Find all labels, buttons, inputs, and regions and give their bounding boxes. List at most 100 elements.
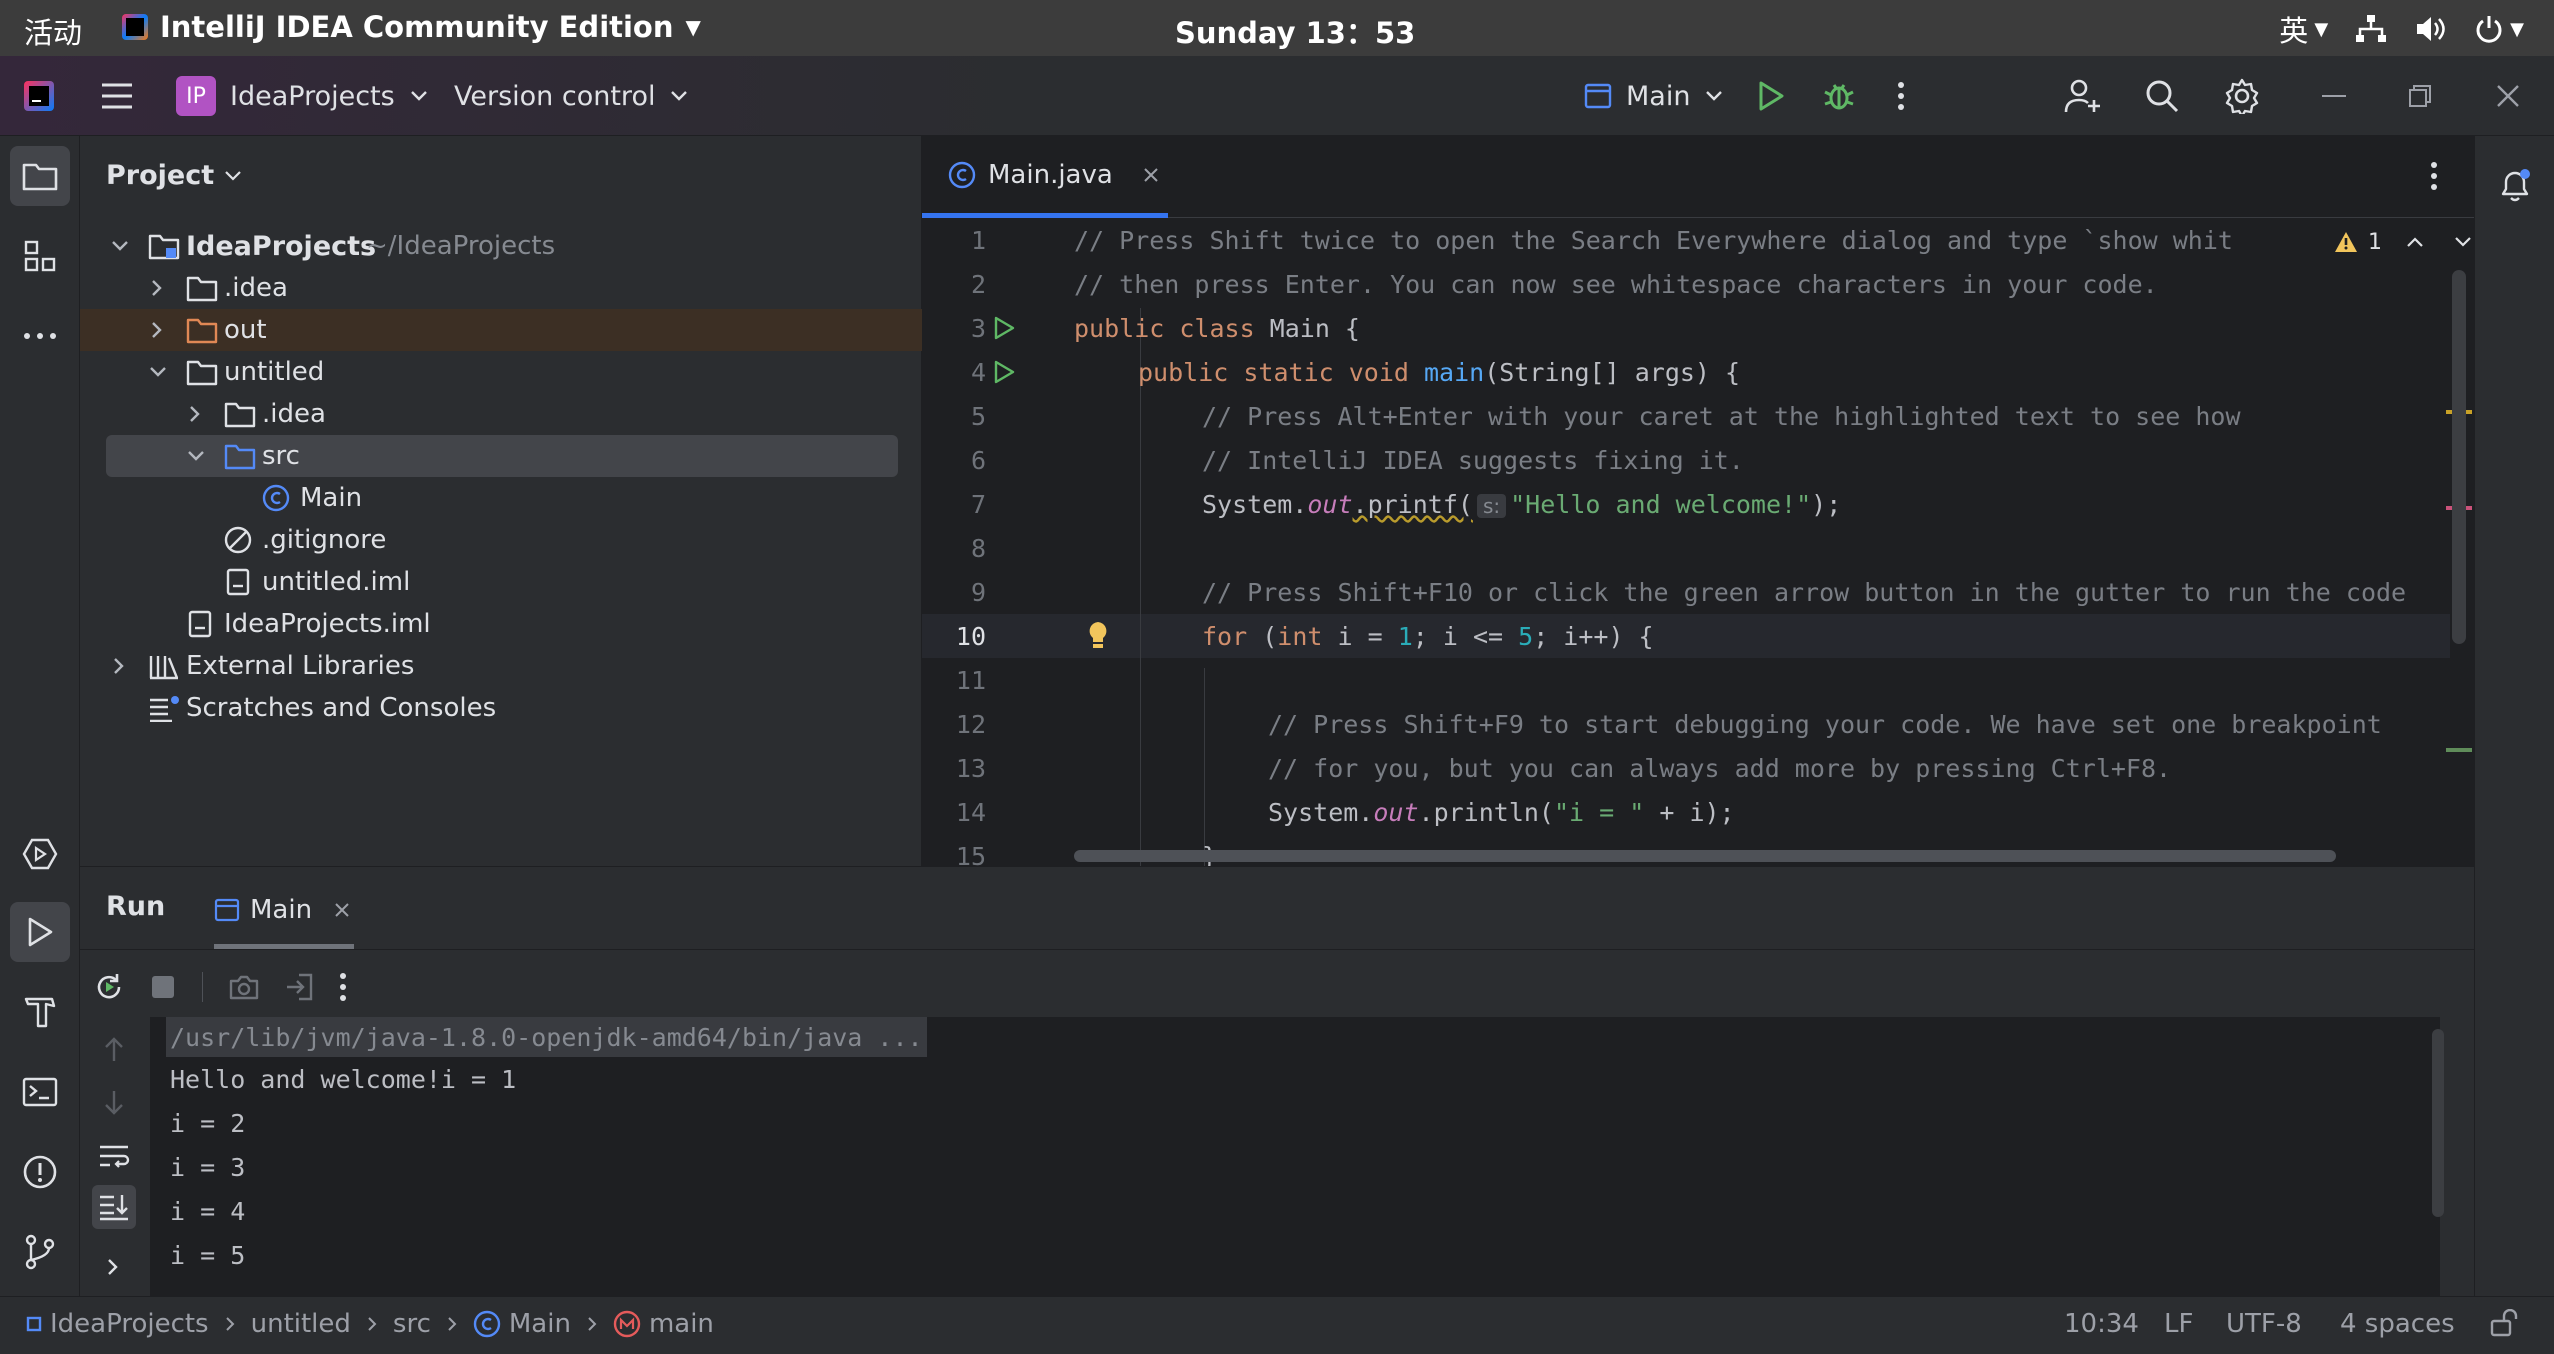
tree-node-untitled-iml[interactable]: untitled.iml: [80, 561, 922, 603]
soft-wrap-icon[interactable]: [98, 1143, 130, 1169]
build-tool-button[interactable]: [10, 982, 70, 1042]
library-icon: [148, 652, 180, 680]
breadcrumb-item[interactable]: untitled: [251, 1309, 351, 1339]
tree-label: Scratches and Consoles: [186, 693, 497, 723]
structure-tool-button[interactable]: [10, 226, 70, 286]
project-tool-button[interactable]: [10, 146, 70, 206]
arrow-down-icon[interactable]: [102, 1089, 126, 1115]
app-menu[interactable]: IntelliJ IDEA Community Edition ▼: [122, 10, 701, 44]
chevron-right-icon[interactable]: [106, 1257, 120, 1277]
search-everywhere-button[interactable]: [2144, 56, 2180, 136]
clock[interactable]: Sunday 13：53: [1175, 10, 1415, 52]
tree-node-untitled-idea[interactable]: .idea: [80, 393, 922, 435]
code-with-me-button[interactable]: [2064, 56, 2102, 136]
warning-triangle-icon: [2334, 231, 2358, 253]
rerun-icon[interactable]: [94, 972, 124, 1002]
run-tool-button[interactable]: [10, 902, 70, 962]
console-command-line[interactable]: /usr/lib/jvm/java-1.8.0-openjdk-amd64/bi…: [166, 1017, 927, 1057]
close-window-button[interactable]: [2496, 56, 2520, 136]
stop-icon[interactable]: [150, 974, 176, 1000]
error-stripe-marker[interactable]: [2446, 748, 2472, 752]
breadcrumb-item[interactable]: src: [393, 1309, 431, 1339]
run-gutter-icon[interactable]: [992, 316, 1016, 340]
editor-vertical-scrollbar[interactable]: [2452, 270, 2466, 644]
debug-button[interactable]: [1822, 56, 1856, 136]
power-icon[interactable]: ▼: [2474, 14, 2524, 44]
readonly-lock-icon[interactable]: [2490, 1309, 2520, 1337]
gear-icon: [2224, 78, 2260, 114]
notifications-button[interactable]: [2485, 156, 2545, 216]
lightbulb-icon[interactable]: [1086, 620, 1110, 652]
camera-icon[interactable]: [229, 974, 259, 1000]
code-line: 12// Press Shift+F9 to start debugging y…: [955, 710, 2382, 739]
volume-icon[interactable]: [2414, 14, 2448, 44]
caret-position[interactable]: 10:34: [2064, 1309, 2139, 1339]
chevron-right-icon: [447, 1316, 457, 1332]
scroll-to-end-icon[interactable]: [92, 1185, 136, 1229]
chevron-up-icon[interactable]: [2406, 236, 2424, 248]
problems-tool-button[interactable]: [10, 1142, 70, 1202]
input-method-indicator[interactable]: 英 ▼: [2279, 8, 2328, 50]
exit-icon[interactable]: [285, 973, 313, 1001]
git-tool-button[interactable]: [10, 1222, 70, 1282]
tree-node-out[interactable]: out: [80, 309, 922, 351]
console-scrollbar[interactable]: [2432, 1029, 2444, 1217]
line-separator[interactable]: LF: [2164, 1309, 2193, 1339]
tree-label: untitled: [224, 357, 325, 387]
settings-button[interactable]: [2224, 56, 2260, 136]
tree-node-idea[interactable]: .idea: [80, 267, 922, 309]
activities-button[interactable]: 活动: [24, 10, 82, 52]
chevron-right-icon: [188, 404, 202, 424]
console-output[interactable]: /usr/lib/jvm/java-1.8.0-openjdk-amd64/bi…: [150, 1017, 2444, 1297]
run-button[interactable]: [1756, 56, 1786, 136]
minimize-icon: [2322, 94, 2346, 98]
tree-node-gitignore[interactable]: .gitignore: [80, 519, 922, 561]
terminal-icon: [22, 1077, 58, 1107]
run-tab-main[interactable]: Main: [214, 875, 354, 949]
services-tool-button[interactable]: [10, 824, 70, 884]
run-gutter-icon[interactable]: [992, 360, 1016, 384]
breadcrumb-item[interactable]: main: [649, 1309, 714, 1339]
network-icon[interactable]: [2354, 14, 2388, 44]
tab-main-java[interactable]: Main.java: [922, 136, 1168, 218]
breadcrumb-item[interactable]: IdeaProjects: [50, 1309, 209, 1339]
code-line: 1// Press Shift twice to open the Search…: [970, 226, 2234, 255]
project-selector[interactable]: IP IdeaProjects: [176, 56, 429, 136]
project-view-selector[interactable]: Project: [106, 160, 242, 191]
tree-node-scratches[interactable]: Scratches and Consoles: [80, 687, 922, 729]
terminal-tool-button[interactable]: [10, 1062, 70, 1122]
minimize-window-button[interactable]: [2322, 56, 2346, 136]
code-editor[interactable]: 1 1// Press Shift twice to open the Sear…: [922, 218, 2474, 866]
tree-node-external-libraries[interactable]: External Libraries: [80, 645, 922, 687]
breadcrumb-item[interactable]: Main: [509, 1309, 571, 1339]
chevron-right-icon: [225, 1316, 235, 1332]
version-control-menu[interactable]: Version control: [454, 56, 689, 136]
chevron-down-icon: [186, 449, 206, 463]
vertical-dots-icon[interactable]: [339, 973, 347, 1001]
close-tab-icon[interactable]: [334, 902, 350, 918]
file-encoding[interactable]: UTF-8: [2226, 1309, 2302, 1339]
arrow-up-icon[interactable]: [102, 1037, 126, 1063]
tree-node-untitled[interactable]: untitled: [80, 351, 922, 393]
restore-window-button[interactable]: [2408, 56, 2432, 136]
project-panel-title: Project: [106, 160, 215, 191]
editor-tab-options-button[interactable]: [2430, 162, 2438, 190]
more-tool-windows-button[interactable]: [10, 306, 70, 366]
inspection-widget[interactable]: 1: [2334, 224, 2474, 260]
tree-node-ideaprojects[interactable]: IdeaProjects ~/IdeaProjects: [80, 225, 922, 267]
services-icon: [22, 838, 58, 870]
more-actions-button[interactable]: [1896, 56, 1906, 136]
editor-area: Main.java 1 1// Press Shift twice to ope…: [922, 136, 2474, 866]
tree-node-ideaprojects-iml[interactable]: IdeaProjects.iml: [80, 603, 922, 645]
indent-setting[interactable]: 4 spaces: [2340, 1309, 2455, 1339]
run-configuration-selector[interactable]: Main: [1584, 56, 1724, 136]
close-tab-icon[interactable]: [1143, 167, 1159, 183]
right-tool-window-bar: [2474, 136, 2554, 1296]
main-menu-button[interactable]: [100, 56, 134, 136]
tree-node-src[interactable]: src: [106, 435, 898, 477]
chevron-down-icon: ▼: [685, 15, 701, 39]
chevron-down-icon[interactable]: [2454, 236, 2472, 248]
tree-node-main[interactable]: Main: [80, 477, 922, 519]
add-user-icon: [2064, 78, 2102, 114]
editor-horizontal-scrollbar[interactable]: [1074, 850, 2336, 862]
